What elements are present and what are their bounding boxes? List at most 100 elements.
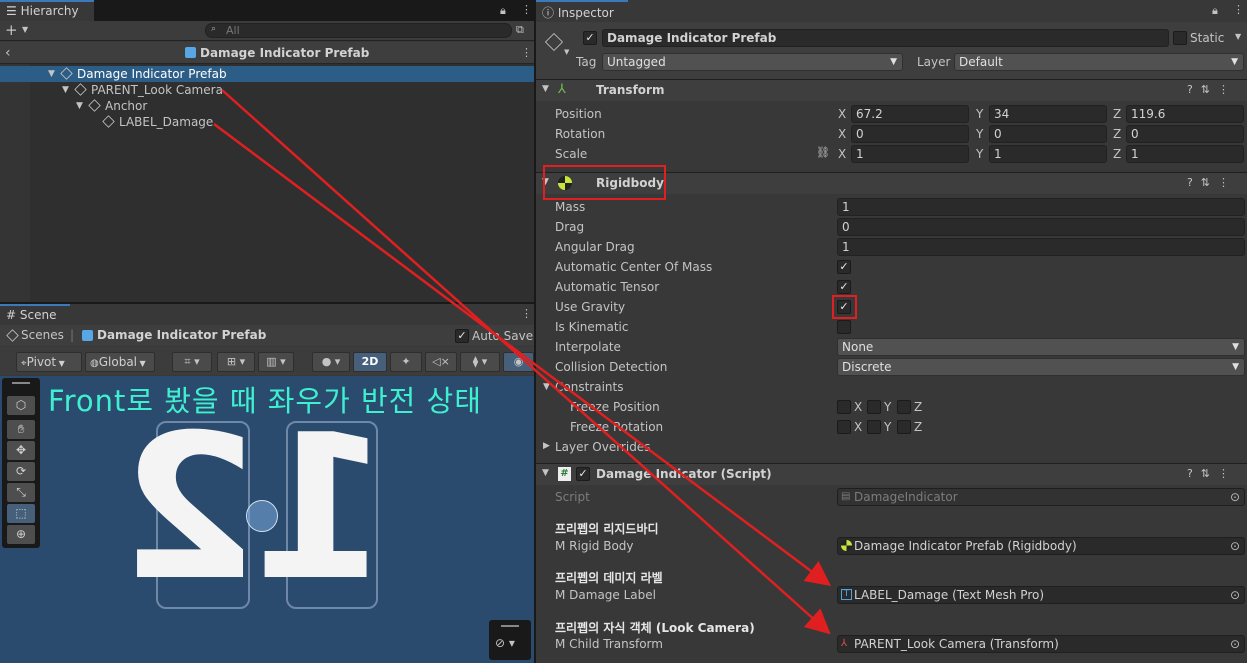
position-z-field[interactable]: 119.6 bbox=[1126, 105, 1244, 123]
m-rigid-body-field[interactable]: Damage Indicator Prefab (Rigidbody) ⊙ bbox=[837, 537, 1245, 555]
view-tool-icon[interactable]: ⬡ bbox=[7, 396, 35, 415]
move-tool-icon[interactable]: ✥ bbox=[7, 441, 35, 460]
transform-tool-icon[interactable]: ⊕ bbox=[7, 525, 35, 544]
interpolate-dropdown[interactable]: None ▼ bbox=[837, 338, 1245, 356]
grid-visibility-button[interactable]: ▥ ▾ bbox=[258, 352, 294, 372]
constraints-arrow-icon[interactable]: ▼ bbox=[543, 382, 550, 392]
rotation-y-field[interactable]: 0 bbox=[989, 125, 1107, 143]
tree-item-label-damage[interactable]: LABEL_Damage bbox=[0, 114, 534, 130]
scene-search-icon[interactable]: ⧉ bbox=[516, 23, 524, 37]
component-header-icons[interactable]: ?⇅⋮ bbox=[1187, 467, 1237, 480]
grid-snap-button[interactable]: ⌗ ▾ bbox=[172, 352, 212, 372]
scene-viewport[interactable]: ⬡ ✋︎ ✥ ⟳ ⤡ ⬚ ⊕ Front로 봤을 때 좌우가 반전 상태 12 … bbox=[0, 376, 534, 663]
add-icon[interactable]: + bbox=[5, 21, 18, 39]
rotation-x-field[interactable]: 0 bbox=[851, 125, 969, 143]
freeze-pos-z-checkbox[interactable] bbox=[897, 400, 911, 414]
mass-field[interactable]: 1 bbox=[837, 198, 1245, 216]
scene-menu-icon[interactable]: ⋮ bbox=[521, 307, 532, 320]
chevron-down-icon[interactable]: ▼ bbox=[22, 25, 28, 34]
scenes-link[interactable]: Scenes bbox=[21, 328, 64, 342]
back-arrow-icon[interactable]: ‹ bbox=[5, 45, 11, 61]
scale-tool-icon[interactable]: ⤡ bbox=[7, 483, 35, 502]
freeze-rot-y-checkbox[interactable] bbox=[867, 420, 881, 434]
active-checkbox[interactable]: ✓ bbox=[583, 31, 597, 45]
is-kinematic-checkbox[interactable] bbox=[837, 320, 851, 334]
collapse-arrow-icon: ▼ bbox=[542, 468, 549, 478]
shading-mode-button[interactable]: ● ▾ bbox=[312, 352, 350, 372]
scale-x-field[interactable]: 1 bbox=[851, 145, 969, 163]
effects-button[interactable]: ⧫ ▾ bbox=[460, 352, 500, 372]
breadcrumb-menu-icon[interactable]: ⋮ bbox=[521, 46, 532, 59]
audio-icon[interactable]: ◁× bbox=[425, 352, 457, 372]
orientation-widget[interactable]: ⊘ ▾ bbox=[489, 620, 531, 660]
object-picker-icon[interactable]: ⊙ bbox=[1230, 587, 1240, 603]
freeze-pos-x-label: X bbox=[854, 400, 863, 414]
collision-value: Discrete bbox=[842, 360, 892, 374]
position-x-field[interactable]: 67.2 bbox=[851, 105, 969, 123]
panel-divider[interactable] bbox=[534, 0, 536, 663]
script-header[interactable]: ▼ # ✓ Damage Indicator (Script) ?⇅⋮ bbox=[536, 463, 1247, 485]
rotation-z-axis: Z bbox=[1113, 127, 1122, 141]
freeze-pos-x-checkbox[interactable] bbox=[837, 400, 851, 414]
transform-icon: ⅄ bbox=[558, 82, 566, 97]
inspector-menu-icon[interactable]: ⋮ bbox=[1233, 3, 1244, 16]
layer-overrides-arrow-icon[interactable]: ▶ bbox=[543, 441, 550, 451]
script-enabled-checkbox[interactable]: ✓ bbox=[576, 467, 590, 481]
palette-grip bbox=[12, 382, 30, 384]
chevron-down-icon: ▼ bbox=[564, 48, 570, 56]
breadcrumb-title: Damage Indicator Prefab bbox=[200, 46, 370, 60]
tree-item-parent-look-camera[interactable]: ▼ PARENT_Look Camera bbox=[0, 82, 534, 98]
auto-save-checkbox[interactable]: ✓ bbox=[455, 329, 469, 343]
search-input[interactable]: ⌕ All bbox=[205, 23, 512, 38]
transform-header[interactable]: ▼ ⅄ Transform ?⇅⋮ bbox=[536, 79, 1247, 101]
rotate-tool-icon[interactable]: ⟳ bbox=[7, 462, 35, 481]
object-name-field[interactable]: Damage Indicator Prefab bbox=[602, 29, 1169, 47]
tree-item-anchor[interactable]: ▼ Anchor bbox=[0, 98, 534, 114]
m-damage-label-value: LABEL_Damage (Text Mesh Pro) bbox=[854, 588, 1045, 602]
position-y-field[interactable]: 34 bbox=[989, 105, 1107, 123]
tag-dropdown[interactable]: Untagged ▼ bbox=[602, 53, 903, 71]
tab-hierarchy[interactable]: ☰ Hierarchy bbox=[0, 0, 94, 21]
angular-drag-field[interactable]: 1 bbox=[837, 238, 1245, 256]
collision-dropdown[interactable]: Discrete ▼ bbox=[837, 358, 1245, 376]
drag-field[interactable]: 0 bbox=[837, 218, 1245, 236]
tree-item-root[interactable]: ▼ Damage Indicator Prefab bbox=[0, 66, 534, 82]
menu-icon[interactable]: ⋮ bbox=[521, 3, 532, 16]
rect-tool-icon[interactable]: ⬚ bbox=[7, 504, 35, 523]
freeze-pos-y-checkbox[interactable] bbox=[867, 400, 881, 414]
object-picker-icon[interactable]: ⊙ bbox=[1230, 636, 1240, 652]
scale-y-field[interactable]: 1 bbox=[989, 145, 1107, 163]
increment-snap-button[interactable]: ⊞ ▾ bbox=[217, 352, 255, 372]
rotation-x-axis: X bbox=[838, 127, 847, 141]
chevron-down-icon[interactable]: ▼ bbox=[1235, 32, 1241, 41]
object-picker-icon[interactable]: ⊙ bbox=[1230, 538, 1240, 554]
lighting-icon[interactable]: ✦ bbox=[390, 352, 422, 372]
m-child-transform-field[interactable]: ⅄ PARENT_Look Camera (Transform) ⊙ bbox=[837, 635, 1245, 653]
lock-icon[interactable]: 🔒︎ bbox=[500, 4, 506, 18]
tab-inspector[interactable]: ⓘ Inspector bbox=[536, 0, 628, 21]
component-header-icons[interactable]: ?⇅⋮ bbox=[1187, 176, 1237, 189]
link-icon[interactable]: ⛓︎ bbox=[816, 146, 830, 159]
auto-com-checkbox[interactable]: ✓ bbox=[837, 260, 851, 274]
rotation-z-field[interactable]: 0 bbox=[1126, 125, 1244, 143]
static-checkbox[interactable] bbox=[1173, 31, 1187, 45]
auto-tensor-checkbox[interactable]: ✓ bbox=[837, 280, 851, 294]
component-header-icons[interactable]: ?⇅⋮ bbox=[1187, 83, 1237, 96]
position-label: Position bbox=[555, 107, 602, 121]
pivot-dropdown[interactable]: ⌖Pivot ▼ bbox=[16, 352, 82, 372]
hand-tool-icon[interactable]: ✋︎ bbox=[7, 420, 35, 439]
scene-breadcrumb: Scenes | Damage Indicator Prefab ✓ Auto … bbox=[0, 325, 534, 346]
global-dropdown[interactable]: ◍Global ▼ bbox=[85, 352, 155, 372]
freeze-rot-x-checkbox[interactable] bbox=[837, 420, 851, 434]
freeze-rot-z-checkbox[interactable] bbox=[897, 420, 911, 434]
scale-z-field[interactable]: 1 bbox=[1126, 145, 1244, 163]
scale-x-axis: X bbox=[838, 147, 847, 161]
lock-icon[interactable]: 🔒︎ bbox=[1212, 4, 1218, 18]
scale-z-axis: Z bbox=[1113, 147, 1122, 161]
text-mesh-pro-icon: T bbox=[841, 589, 852, 600]
mode-2d-button[interactable]: 2D bbox=[353, 352, 387, 372]
m-damage-label-field[interactable]: T LABEL_Damage (Text Mesh Pro) ⊙ bbox=[837, 586, 1245, 604]
layer-dropdown[interactable]: Default ▼ bbox=[954, 53, 1244, 71]
tab-scene[interactable]: # Scene bbox=[0, 304, 70, 325]
visibility-icon[interactable]: ◉ bbox=[503, 352, 534, 372]
